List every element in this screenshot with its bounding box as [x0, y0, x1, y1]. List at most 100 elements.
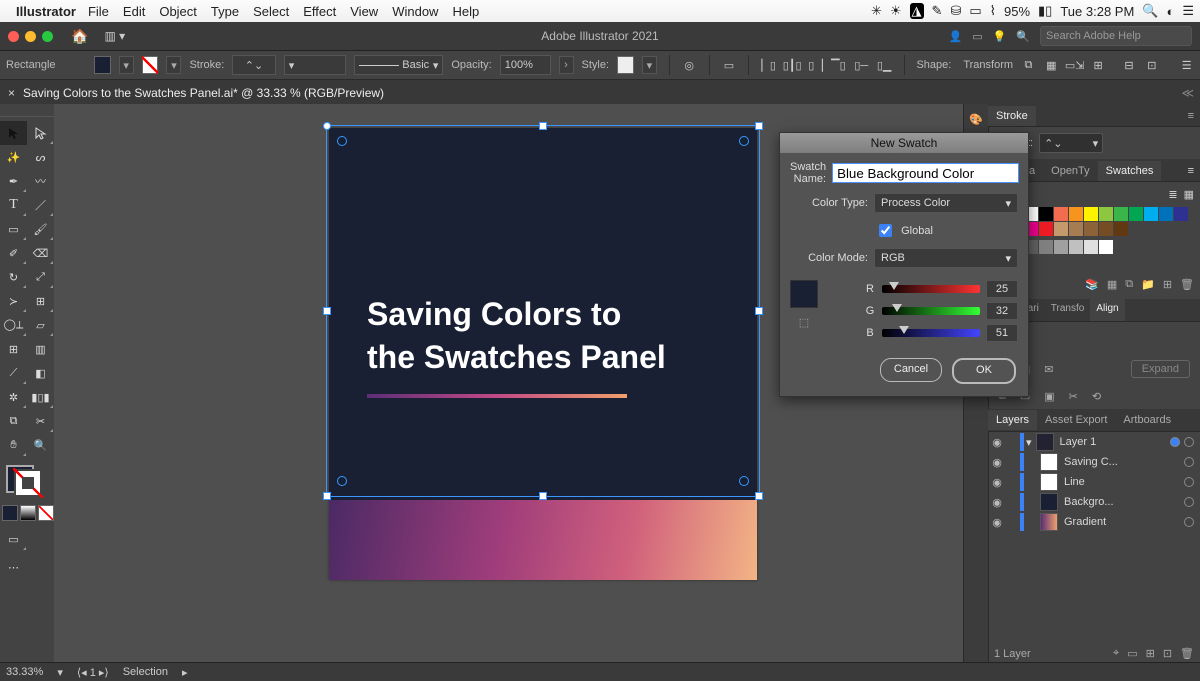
delete-layer-icon[interactable]: 🗑︎	[1180, 647, 1194, 660]
pf-icon-c[interactable]: ▣	[1044, 390, 1054, 403]
stroke-swatch[interactable]	[142, 56, 159, 74]
color-type-select[interactable]: Process Color▾	[874, 193, 1018, 213]
swatch-gray-4[interactable]	[1054, 240, 1068, 254]
lasso-tool[interactable]: ᔕ	[27, 145, 54, 169]
status-wifi-icon[interactable]: ⌇	[990, 3, 996, 19]
layer-row[interactable]: ◉Saving C...	[988, 452, 1200, 472]
workspace-switcher-icon[interactable]: ▥ ▾	[104, 29, 125, 43]
r-slider[interactable]	[882, 285, 980, 293]
opacity-dd[interactable]: ›	[559, 56, 574, 74]
swatch-c1-5[interactable]	[1099, 207, 1113, 221]
corner-widget-br[interactable]	[739, 476, 749, 486]
menu-select[interactable]: Select	[253, 4, 289, 19]
graphic-style-swatch[interactable]	[617, 56, 634, 74]
b-slider[interactable]	[882, 329, 980, 337]
align-mid-icon[interactable]: ▯─	[854, 57, 869, 73]
expand-button[interactable]: Expand	[1131, 360, 1190, 378]
dock-color-icon[interactable]: 🎨	[967, 110, 985, 128]
minimize-window-button[interactable]	[25, 31, 36, 42]
menu-edit[interactable]: Edit	[123, 4, 145, 19]
pf-envelope-icon[interactable]: ✉︎	[1044, 363, 1053, 376]
layer-row[interactable]: ◉Line	[988, 472, 1200, 492]
stroke-weight-select[interactable]: ⌃⌄▾	[1039, 133, 1103, 153]
locate-object-icon[interactable]: ⌖	[1113, 647, 1119, 660]
tools-header[interactable]	[0, 108, 54, 117]
mesh-tool[interactable]: ⊞	[0, 337, 27, 361]
pen-tool[interactable]: ✒︎	[0, 169, 27, 193]
swatch-name-input[interactable]	[832, 163, 1019, 183]
width-tool[interactable]: ≻	[0, 289, 27, 313]
new-layer-icon[interactable]: ⊡	[1163, 647, 1172, 660]
visibility-icon[interactable]: ◉	[988, 456, 1006, 469]
swatch-list-view-icon[interactable]: ≣	[1168, 188, 1177, 201]
zoom-window-button[interactable]	[42, 31, 53, 42]
status-sun-icon[interactable]: ☀︎	[890, 3, 902, 19]
visibility-icon[interactable]: ◉	[988, 436, 1006, 449]
tab-swatches[interactable]: Swatches	[1098, 161, 1162, 181]
make-clip-icon[interactable]: ▭	[1127, 647, 1137, 660]
corner-widget-bl[interactable]	[337, 476, 347, 486]
swatch-newgroup-icon[interactable]: 📁	[1141, 278, 1155, 291]
symbol-sprayer-tool[interactable]: ✲	[0, 385, 27, 409]
blend-tool[interactable]: ◧	[27, 361, 54, 385]
status-evernote-icon[interactable]: ✎	[932, 3, 943, 19]
paintbrush-tool[interactable]: 🖌︎	[27, 217, 54, 241]
fill-dropdown[interactable]: ▾	[119, 56, 134, 74]
sel-handle-br[interactable]	[755, 492, 763, 500]
swatch-grid-view-icon[interactable]: ▦	[1184, 188, 1194, 201]
color-mode-gradient[interactable]	[20, 505, 36, 521]
swatch-c1-9[interactable]	[1159, 207, 1173, 221]
sel-handle-tm[interactable]	[539, 122, 547, 130]
visibility-icon[interactable]: ◉	[988, 496, 1006, 509]
add-to-lib-icon[interactable]: ⬚	[799, 316, 809, 329]
layer-row-top[interactable]: ◉ ▾ Layer 1	[988, 432, 1200, 452]
swatch-libs-icon[interactable]: 📚	[1085, 278, 1099, 291]
vstroke-profile[interactable]: ▾	[284, 55, 346, 75]
swatch-gray-6[interactable]	[1084, 240, 1098, 254]
swatch-c1-4[interactable]	[1084, 207, 1098, 221]
align-top-icon[interactable]: ▔▯	[831, 57, 846, 73]
status-clock[interactable]: Tue 3:28 PM	[1060, 4, 1134, 19]
stroke-panel-menu[interactable]: ≡	[1182, 106, 1200, 126]
swatch-options-icon[interactable]: ⧉	[1125, 278, 1133, 291]
isolation-icon[interactable]: ⧉	[1021, 57, 1036, 73]
fill-stroke-indicator[interactable]	[0, 463, 54, 499]
rotate-tool[interactable]: ↻	[0, 265, 27, 289]
b-value[interactable]: 51	[986, 324, 1018, 342]
menu-effect[interactable]: Effect	[303, 4, 336, 19]
close-window-button[interactable]	[8, 31, 19, 42]
eraser-tool[interactable]: ⌫	[27, 241, 54, 265]
tab-align[interactable]: Align	[1090, 299, 1124, 321]
perspective-tool[interactable]: ▱	[27, 313, 54, 337]
swatch-c1-10[interactable]	[1174, 207, 1188, 221]
swatch-c2-4[interactable]	[1054, 222, 1068, 236]
close-tab-icon[interactable]: ×	[8, 86, 15, 100]
swatch-c2-8[interactable]	[1114, 222, 1128, 236]
screen-mode-normal[interactable]: ▭	[0, 527, 27, 551]
hand-tool[interactable]: ✋︎	[0, 433, 27, 457]
align-right-icon[interactable]: ▯▕	[808, 57, 823, 73]
new-sublayer-icon[interactable]: ⊞	[1146, 647, 1155, 660]
layer-row[interactable]: ◉Backgro...	[988, 492, 1200, 512]
arrange-docs-icon[interactable]: ▭	[972, 30, 982, 43]
sel-handle-lm[interactable]	[323, 307, 331, 315]
swatch-c1-1[interactable]	[1039, 207, 1053, 221]
sel-handle-bm[interactable]	[539, 492, 547, 500]
swatch-c1-3[interactable]	[1069, 207, 1083, 221]
menu-window[interactable]: Window	[392, 4, 438, 19]
color-mode-select[interactable]: RGB▾	[874, 248, 1018, 268]
fill-swatch[interactable]	[94, 56, 111, 74]
color-mode-none[interactable]	[38, 505, 54, 521]
swatch-c2-5[interactable]	[1069, 222, 1083, 236]
direct-selection-tool[interactable]	[27, 121, 54, 145]
shape-builder-tool[interactable]: ◯⟂	[0, 313, 27, 337]
status-spotlight-icon[interactable]: 🔍	[1142, 3, 1158, 19]
layer-row[interactable]: ◉Gradient	[988, 512, 1200, 532]
swatch-c1-8[interactable]	[1144, 207, 1158, 221]
pf-icon-e[interactable]: ⟲	[1092, 390, 1101, 403]
tab-artboards[interactable]: Artboards	[1115, 410, 1179, 430]
swatch-gray-5[interactable]	[1069, 240, 1083, 254]
graph-tool[interactable]: ▮▯▮	[27, 385, 54, 409]
swatch-gray-3[interactable]	[1039, 240, 1053, 254]
panel-menu-icon[interactable]: ☰	[1179, 57, 1194, 73]
